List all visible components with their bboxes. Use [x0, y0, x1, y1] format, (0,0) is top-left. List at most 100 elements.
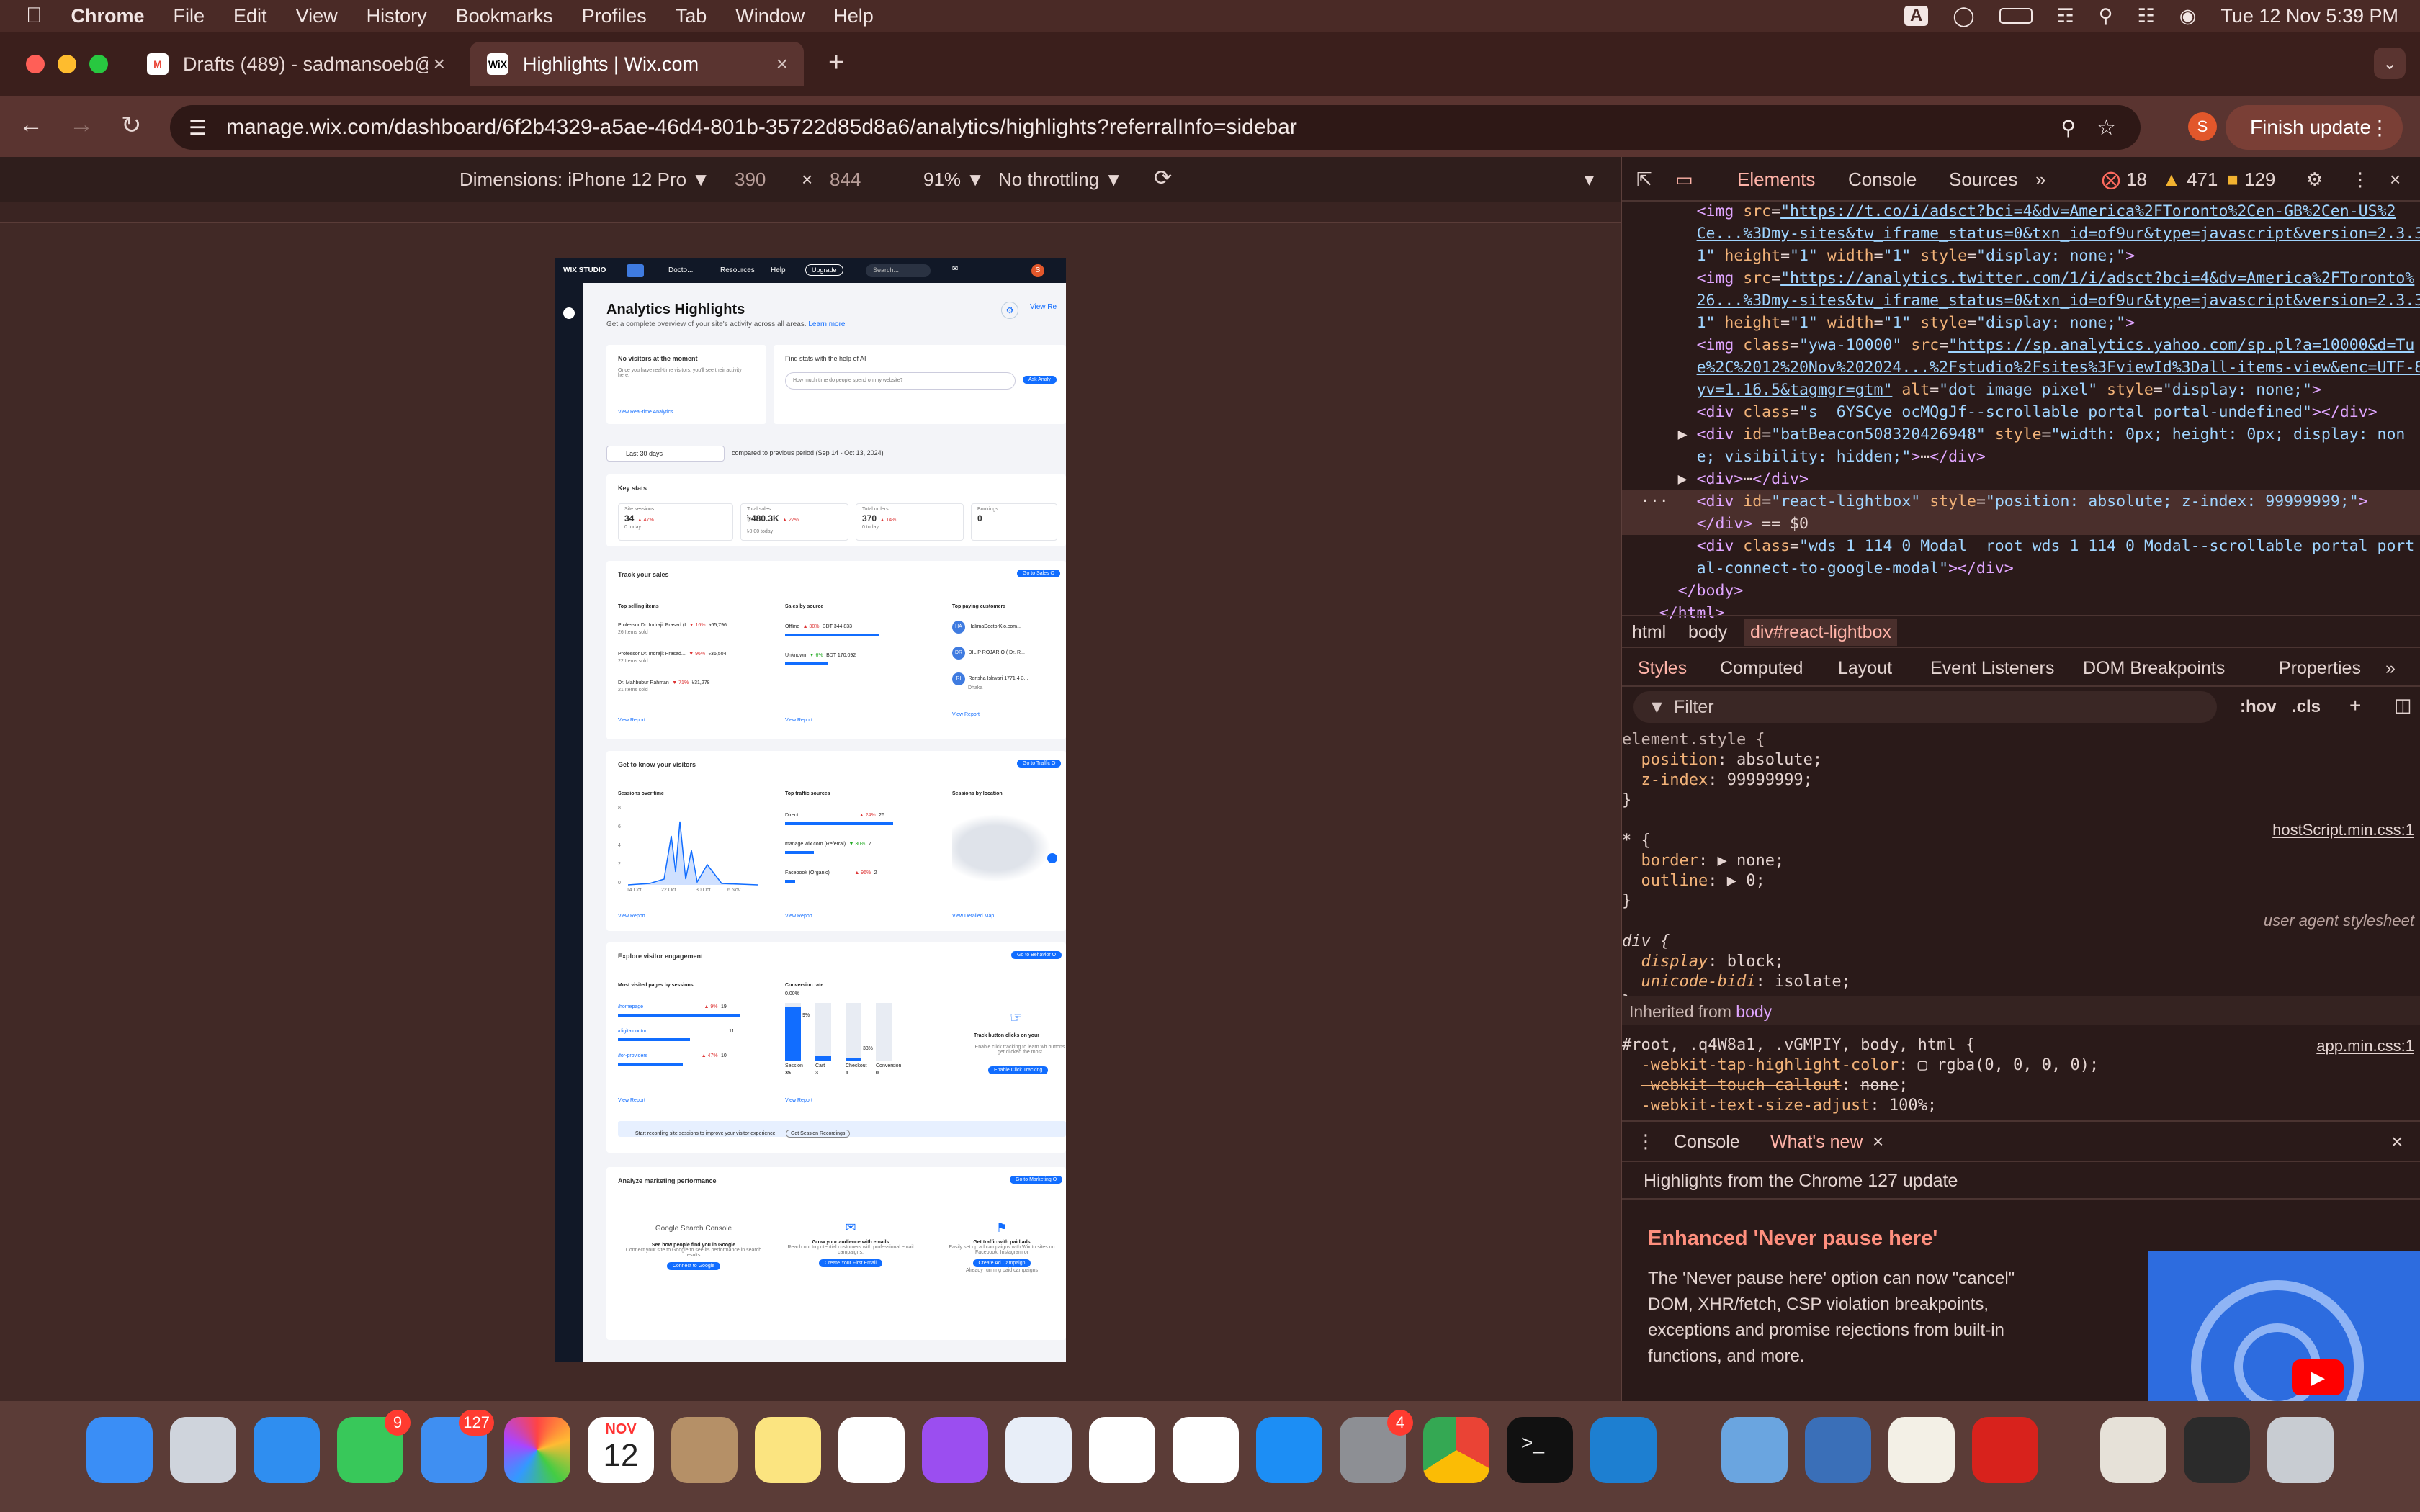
more-tabs-icon[interactable]: » — [2035, 168, 2045, 191]
stat-bookings[interactable]: Bookings 0 — [971, 503, 1057, 541]
subtab-event-listeners[interactable]: Event Listeners — [1930, 658, 2054, 679]
reload-icon[interactable]: ↻ — [121, 111, 142, 140]
go-to-behavior-button[interactable]: Go to Behavior O — [1011, 951, 1062, 959]
close-tab-icon[interactable]: × — [776, 53, 788, 76]
zoom-select[interactable]: 91% ▼ — [923, 168, 985, 191]
numbers-icon[interactable] — [1089, 1417, 1155, 1483]
menu-tab[interactable]: Tab — [676, 5, 707, 27]
help-menu[interactable]: Help — [771, 266, 786, 274]
breadcrumb-react-lightbox[interactable]: div#react-lightbox — [1744, 619, 1897, 646]
zoom-icon[interactable]: ⚲ — [2061, 116, 2076, 140]
bookmark-star-icon[interactable]: ☆ — [2097, 115, 2116, 140]
menu-view[interactable]: View — [296, 5, 338, 27]
apple-menu-icon[interactable]:  — [26, 4, 42, 28]
chrome-icon[interactable] — [1423, 1417, 1489, 1483]
funnel-bar[interactable] — [785, 1007, 801, 1061]
pages-icon[interactable] — [1173, 1417, 1239, 1483]
close-tab-icon[interactable]: × — [434, 53, 445, 76]
inherited-rules[interactable]: #root, .q4W8a1, .vGMPIY, body, html { -w… — [1622, 1035, 2420, 1116]
drawer-tab-whats-new[interactable]: What's new — [1770, 1132, 1863, 1153]
funnel-bar[interactable] — [815, 1056, 831, 1061]
page-path[interactable]: /for-providers — [618, 1053, 647, 1058]
menu-edit[interactable]: Edit — [233, 5, 267, 27]
screenshots-stack-icon[interactable] — [2184, 1417, 2250, 1483]
finish-update-button[interactable]: Finish update ⋮ — [2226, 105, 2403, 150]
tab-console[interactable]: Console — [1848, 168, 1917, 191]
ai-question-input[interactable]: How much time do people spend on my webs… — [785, 372, 1016, 390]
date-range-select[interactable]: Last 30 days — [606, 446, 725, 462]
inherited-element[interactable]: body — [1736, 1002, 1772, 1021]
menu-bookmarks[interactable]: Bookmarks — [456, 5, 553, 27]
drawer-tab-console[interactable]: Console — [1674, 1132, 1740, 1153]
safari-icon[interactable] — [254, 1417, 320, 1483]
get-session-recordings-button[interactable]: Get Session Recordings — [785, 1130, 851, 1138]
list-item[interactable]: Professor Dr. Indrajit Prasad (I ▼ 16% ৳… — [618, 617, 769, 635]
menu-help[interactable]: Help — [833, 5, 874, 27]
ask-analytics-button[interactable]: Ask Analy — [1023, 376, 1057, 384]
new-tab-icon[interactable]: + — [828, 48, 844, 78]
inspect-element-icon[interactable]: ⇱ — [1636, 168, 1652, 191]
user-icon[interactable]: ◯ — [1953, 5, 1974, 27]
go-to-marketing-button[interactable]: Go to Marketing O — [1010, 1176, 1063, 1184]
info-count[interactable]: 129 — [2244, 168, 2275, 191]
dom-tree[interactable]: <img src="https://t.co/i/adsct?bci=4&dv=… — [1622, 200, 2420, 624]
add-icon[interactable] — [563, 307, 575, 319]
device-width-input[interactable]: 390 — [735, 168, 766, 191]
menu-history[interactable]: History — [367, 5, 427, 27]
breadcrumb-html[interactable]: html — [1632, 622, 1666, 643]
list-item[interactable]: Direct ▲ 24% 26 — [785, 807, 929, 825]
list-item[interactable]: /for-providers ▲ 47% 10 — [618, 1048, 762, 1066]
device-options-icon[interactable]: ▾ — [1585, 168, 1594, 191]
clock[interactable]: Tue 12 Nov 5:39 PM — [2220, 5, 2398, 27]
learn-more-link[interactable]: Learn more — [808, 320, 845, 328]
view-report-link[interactable]: View Report — [952, 712, 980, 717]
list-item[interactable]: manage.wix.com (Referral) ▼ 30% 7 — [785, 836, 929, 854]
go-to-sales-button[interactable]: Go to Sales O — [1017, 570, 1060, 577]
youtube-play-icon[interactable]: ▶ — [2292, 1359, 2344, 1395]
stat-total-orders[interactable]: Total orders 370 ▲ 14% 0 today — [856, 503, 964, 541]
minimize-window-button[interactable] — [58, 55, 76, 73]
view-report-link[interactable]: View Report — [618, 914, 645, 919]
view-report-link[interactable]: View Report — [618, 1098, 645, 1103]
go-to-traffic-button[interactable]: Go to Traffic O — [1017, 760, 1062, 768]
list-item[interactable]: /digitaldoctor 11 — [618, 1023, 762, 1041]
wix-avatar[interactable]: S — [1031, 264, 1044, 277]
settings-icon[interactable]: ⚙ — [1001, 302, 1018, 319]
site-settings-icon[interactable]: ☰ — [189, 116, 207, 140]
create-ad-campaign-button[interactable]: Create Ad Campaign — [972, 1259, 1031, 1267]
contacts-icon[interactable] — [671, 1417, 738, 1483]
connect-to-google-button[interactable]: Connect to Google — [666, 1262, 721, 1270]
system-settings-icon[interactable]: 4 — [1340, 1410, 1413, 1483]
devtools-menu-icon[interactable]: ⋮ — [2351, 168, 2370, 191]
menu-app-name[interactable]: Chrome — [71, 5, 145, 27]
spotlight-search-icon[interactable]: ⚲ — [2099, 5, 2113, 27]
close-whats-new-icon[interactable]: × — [1873, 1130, 1883, 1153]
info-count-icon[interactable]: ■ — [2227, 168, 2238, 191]
view-realtime-link[interactable]: View Real-time Analytics — [618, 410, 673, 415]
enable-click-tracking-button[interactable]: Enable Click Tracking — [988, 1066, 1049, 1074]
app-store-icon[interactable] — [1256, 1417, 1322, 1483]
trash-icon[interactable] — [2267, 1417, 2334, 1483]
page-path[interactable]: /homepage — [618, 1004, 643, 1009]
feature-title[interactable]: Enhanced 'Never pause here' — [1648, 1227, 1937, 1251]
more-menu-icon[interactable]: ⋮ — [2370, 116, 2390, 140]
mail-icon[interactable]: 127 — [421, 1410, 494, 1483]
tab-gmail[interactable]: M Drafts (489) - sadmansoeb@ × — [130, 42, 461, 86]
preview-icon[interactable] — [1721, 1417, 1788, 1483]
close-devtools-icon[interactable]: × — [2390, 168, 2401, 191]
resources-menu[interactable]: Resources — [720, 266, 755, 274]
vscode-icon[interactable] — [1590, 1417, 1657, 1483]
hov-toggle[interactable]: :hov — [2240, 697, 2277, 717]
breadcrumb-body[interactable]: body — [1688, 622, 1727, 643]
cls-toggle[interactable]: .cls — [2292, 697, 2321, 717]
menu-window[interactable]: Window — [735, 5, 805, 27]
stat-total-sales[interactable]: Total sales ৳480.3K ▲ 27% ৳0.00 today — [740, 503, 848, 541]
device-dimensions-select[interactable]: Dimensions: iPhone 12 Pro ▼ — [460, 168, 710, 191]
site-badge[interactable] — [627, 264, 644, 277]
terminal-icon[interactable]: >_ — [1507, 1417, 1573, 1483]
notifications-icon[interactable]: ✉ — [952, 265, 958, 273]
tab-search-icon[interactable]: ⌄ — [2374, 48, 2406, 79]
calendar-icon[interactable]: NOV 12 — [588, 1417, 654, 1483]
wifi-icon[interactable]: ☶ — [2057, 5, 2074, 27]
stylesheet-link[interactable]: app.min.css:1 — [2316, 1037, 2414, 1056]
